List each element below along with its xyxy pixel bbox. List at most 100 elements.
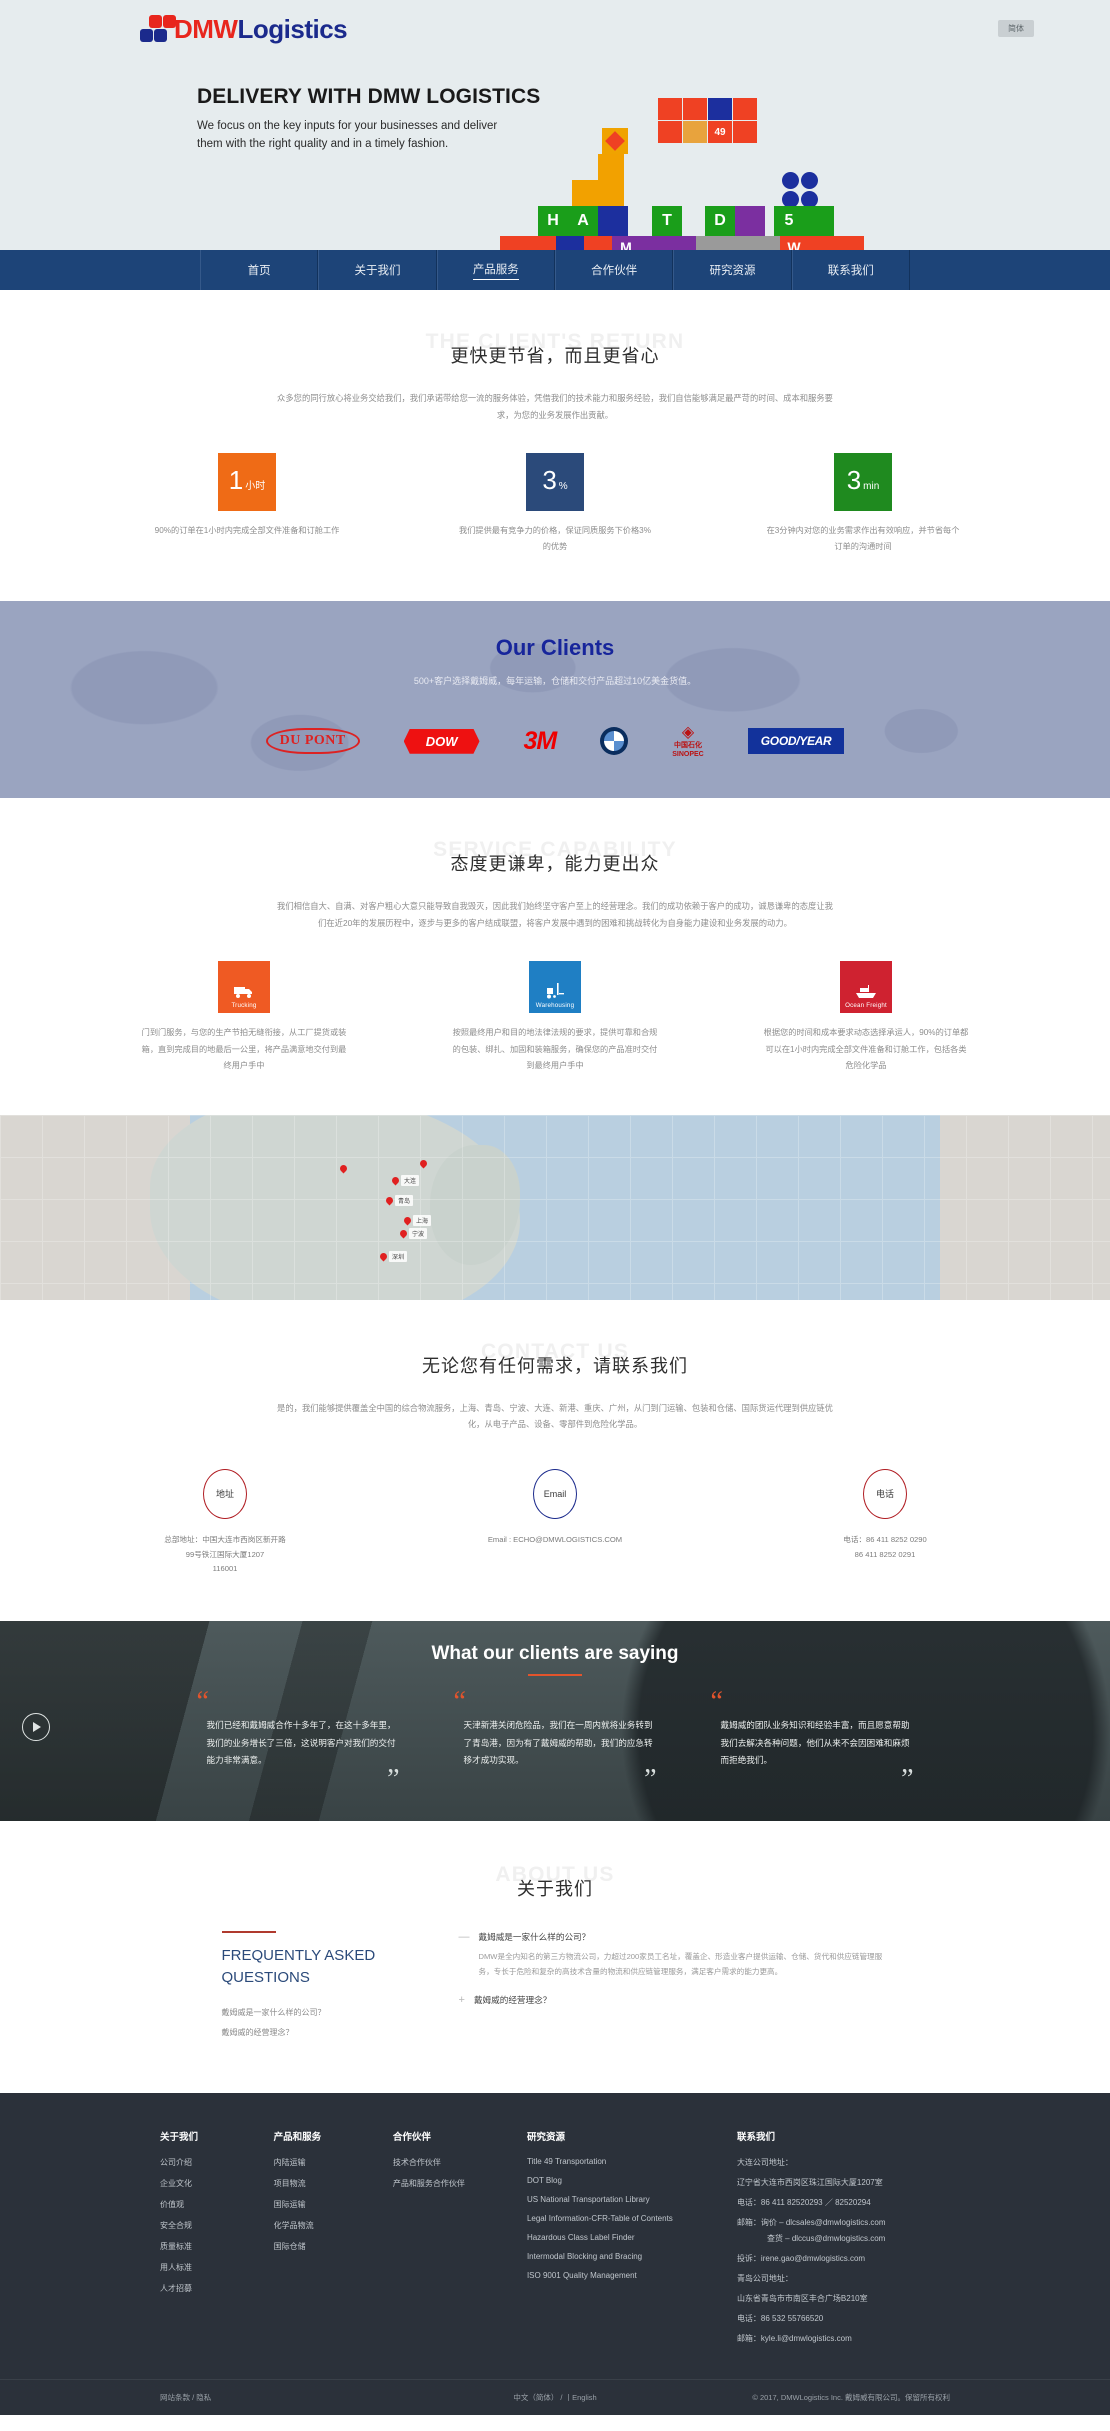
- service-capability-description: 我们相信自大、自满、对客户粗心大意只能导致自我毁灭，因此我们始终坚守客户至上的经…: [277, 901, 833, 928]
- contact-details: 电话：86 411 8252 0290 86 411 8252 0291: [780, 1533, 990, 1563]
- contacts-row: 地址 总部地址：中国大连市西岗区新开路 99号铁江国际大厦1207 116001 Ema…: [0, 1468, 1110, 1621]
- faq-question: 戴姆威是一家什么样的公司？: [478, 1932, 591, 1943]
- nav-item-4[interactable]: 研究资源: [673, 250, 792, 290]
- client-logo-dow: DOW: [403, 724, 480, 758]
- faq-link-list: 戴姆威是一家什么样的公司？ 戴姆威的经营理念？: [222, 2007, 417, 2038]
- hero-block-5: 5: [774, 206, 804, 236]
- hero-section: DELIVERY WITH DMW LOGISTICS We focus on …: [0, 50, 1110, 250]
- stat-unit: 小时: [245, 481, 266, 493]
- our-clients-section: Our Clients 500+客户选择戴姆威，每年运输，仓储和交付产品超过10…: [0, 601, 1110, 799]
- testimonial-card-0: “我们已经和戴姆威合作十多年了，在这十多年里，我们的业务增长了三倍，这说明客户对…: [191, 1688, 406, 1794]
- nav-item-label: 合作伙伴: [591, 265, 638, 277]
- faq-toggle-icon[interactable]: +: [459, 1994, 465, 2013]
- footer-link[interactable]: 化学品物流: [274, 2220, 359, 2231]
- footer-column-title: 合作伙伴: [392, 2131, 431, 2143]
- faq-link-0[interactable]: 戴姆威是一家什么样的公司？: [222, 2007, 417, 2018]
- footer-terms-link[interactable]: 网站条款 / 隐私: [160, 2392, 211, 2403]
- map-pin-label: 大连: [401, 1174, 420, 1186]
- nav-item-5[interactable]: 联系我们: [791, 250, 910, 290]
- footer-link[interactable]: 安全合规: [160, 2220, 240, 2231]
- footer-link[interactable]: ISO 9001 Quality Management: [527, 2271, 703, 2280]
- footer-contact-line: 邮箱：询价 – dlcsales@dmwlogistics.com: [736, 2217, 886, 2227]
- our-clients-title: Our Clients: [495, 635, 615, 661]
- footer-link[interactable]: 人才招募: [160, 2283, 240, 2294]
- faq-accordion: — 戴姆威是一家什么样的公司？ DMW是全内知名的第三方物流公司，力超过200家员工…: [459, 1931, 889, 2047]
- client-return-section: THE CLIENT'S RETURN 更快更节省，而且更省心 众多您的同行放心…: [0, 290, 1110, 601]
- footer-link[interactable]: Hazardous Class Label Finder: [527, 2233, 703, 2242]
- stat-badge: 3 min: [834, 453, 892, 512]
- footer-link[interactable]: 内陆运输: [274, 2157, 359, 2168]
- footer-language-switch[interactable]: 中文（简体） / 丨English: [513, 2392, 596, 2403]
- footer-link[interactable]: 产品和服务合作伙伴: [393, 2178, 493, 2189]
- stat-badge: 1 小时: [218, 453, 276, 512]
- footer-link[interactable]: 质量标准: [160, 2241, 240, 2252]
- contact-line: Email : ECHO@DMWLOGISTICS.COM: [487, 1534, 623, 1544]
- service-capability-heading: 态度更谦卑，能力更出众: [450, 854, 660, 875]
- about-heading: 关于我们: [517, 1879, 593, 1900]
- service-card-1[interactable]: Warehousing 按照最终用户和目的地法律法规的要求，提供可靠和合规的包装、…: [453, 961, 658, 1074]
- footer-contact-line: 投诉：irene.gao@dmwlogistics.com: [736, 2253, 866, 2263]
- nav-item-2[interactable]: 产品服务: [436, 250, 555, 290]
- footer-link[interactable]: 企业文化: [160, 2178, 240, 2189]
- footer-link[interactable]: 项目物流: [274, 2178, 359, 2189]
- nav-item-label: 研究资源: [709, 265, 756, 277]
- coverage-map[interactable]: 大连 青岛 上海 宁波 深圳: [0, 1114, 1110, 1300]
- stat-badge: 3%: [526, 453, 584, 512]
- faq-item-0[interactable]: — 戴姆威是一家什么样的公司？ DMW是全内知名的第三方物流公司，力超过200家员工…: [459, 1931, 889, 1980]
- footer-contact-line: 电话：86 532 55766520: [736, 2313, 824, 2323]
- map-pin-label: 上海: [413, 1214, 432, 1226]
- footer-link[interactable]: 国际仓储: [274, 2241, 359, 2252]
- service-icon-label: Warehousing: [535, 1002, 575, 1010]
- contact-line: 86 411 8252 0291: [854, 1549, 916, 1559]
- faq-rule: [221, 1931, 276, 1934]
- footer-link[interactable]: 价值观: [160, 2199, 240, 2210]
- hero-block-T: T: [652, 206, 682, 236]
- footer-contact-line: 青岛公司地址：: [736, 2273, 793, 2283]
- service-card-0[interactable]: Trucking 门到门服务，与您的生产节拍无缝衔接，从工厂提货或装箱，直到完成目…: [142, 961, 347, 1074]
- truck-icon: Trucking: [218, 961, 270, 1014]
- contact-card-1: Email Email : ECHO@DMWLOGISTICS.COM: [450, 1468, 660, 1577]
- footer-link[interactable]: US National Transportation Library: [527, 2195, 703, 2204]
- faq-sidebar-title: FREQUENTLY ASKED QUESTIONS: [221, 1947, 376, 1986]
- faq-item-1[interactable]: + 戴姆威的经营理念？: [459, 1994, 889, 2013]
- testimonial-card-1: “天津新港关闭危险品，我们在一周内就将业务转到了青岛港，因为有了戴姆威的帮助，我…: [448, 1688, 663, 1794]
- footer-link[interactable]: 技术合作伙伴: [393, 2157, 493, 2168]
- stat-card-0: 1 小时 90%的订单在1小时内完成全部文件准备和订舱工作: [147, 453, 347, 555]
- quote-open-icon: “: [710, 1686, 723, 1718]
- footer-link[interactable]: Intermodal Blocking and Bracing: [527, 2252, 703, 2261]
- testimonial-cards-row: “我们已经和戴姆威合作十多年了，在这十多年里，我们的业务增长了三倍，这说明客户对…: [0, 1688, 1110, 1794]
- nav-item-0[interactable]: 首页: [200, 250, 319, 290]
- nav-item-1[interactable]: 关于我们: [318, 250, 437, 290]
- site-footer: 关于我们 公司介绍 企业文化 价值观 安全合规 质量标准 用人标准 人才招募 产品和服务 内陆运输…: [0, 2092, 1110, 2415]
- footer-link[interactable]: Legal Information-CFR-Table of Contents: [527, 2214, 703, 2223]
- testimonials-title: What our clients are saying: [431, 1643, 679, 1665]
- contact-details: Email : ECHO@DMWLOGISTICS.COM: [450, 1533, 660, 1548]
- quote-open-icon: “: [453, 1686, 466, 1718]
- testimonial-card-2: “戴姆威的团队业务知识和经验丰富，而且愿意帮助我们去解决各种问题，他们从来不会因…: [705, 1688, 920, 1794]
- footer-link[interactable]: Title 49 Transportation: [527, 2157, 703, 2166]
- footer-link[interactable]: 国际运输: [274, 2199, 359, 2210]
- contact-line: 电话：86 411 8252 0290: [843, 1534, 927, 1544]
- language-chip[interactable]: 简体: [998, 20, 1034, 37]
- hero-subtitle-line-2: them with the right quality and in a tim…: [197, 137, 449, 150]
- footer-link[interactable]: DOT Blog: [527, 2176, 703, 2185]
- footer-contact-line: 邮箱：kyle.li@dmwlogistics.com: [736, 2333, 852, 2343]
- faq-link-1[interactable]: 戴姆威的经营理念？: [222, 2027, 417, 2038]
- site-logo[interactable]: DMWLogistics: [140, 14, 1060, 44]
- quote-open-icon: “: [196, 1686, 209, 1718]
- testimonial-text: 天津新港关闭危险品，我们在一周内就将业务转到了青岛港，因为有了戴姆威的帮助，我们…: [463, 1720, 653, 1766]
- footer-link[interactable]: 用人标准: [160, 2262, 240, 2273]
- footer-link[interactable]: 公司介绍: [160, 2157, 240, 2168]
- service-card-2[interactable]: Ocean Freight 根据您的时间和成本要求动态选择承运人，90%的订单都可…: [764, 961, 969, 1074]
- faq-sidebar: FREQUENTLY ASKED QUESTIONS 戴姆威是一家什么样的公司？…: [221, 1931, 417, 2047]
- nav-item-3[interactable]: 合作伙伴: [554, 250, 674, 290]
- hero-block-D: D: [705, 206, 735, 236]
- contact-details: 总部地址：中国大连市西岗区新开路 99号铁江国际大厦1207 116001: [120, 1533, 330, 1577]
- faq-toggle-icon[interactable]: —: [459, 1931, 470, 1980]
- nav-item-label: 联系我们: [827, 265, 874, 277]
- footer-column-title: 联系我们: [736, 2131, 775, 2143]
- about-us-section: ABOUT US 关于我们 FREQUENTLY ASKED QUESTIONS…: [0, 1821, 1110, 2093]
- contact-card-0: 地址 总部地址：中国大连市西岗区新开路 99号铁江国际大厦1207 116001: [120, 1468, 330, 1577]
- hero-block-H: H: [538, 206, 568, 236]
- stat-description: 我们提供最有竞争力的价格，保证同质服务下价格3%的优势: [459, 526, 651, 552]
